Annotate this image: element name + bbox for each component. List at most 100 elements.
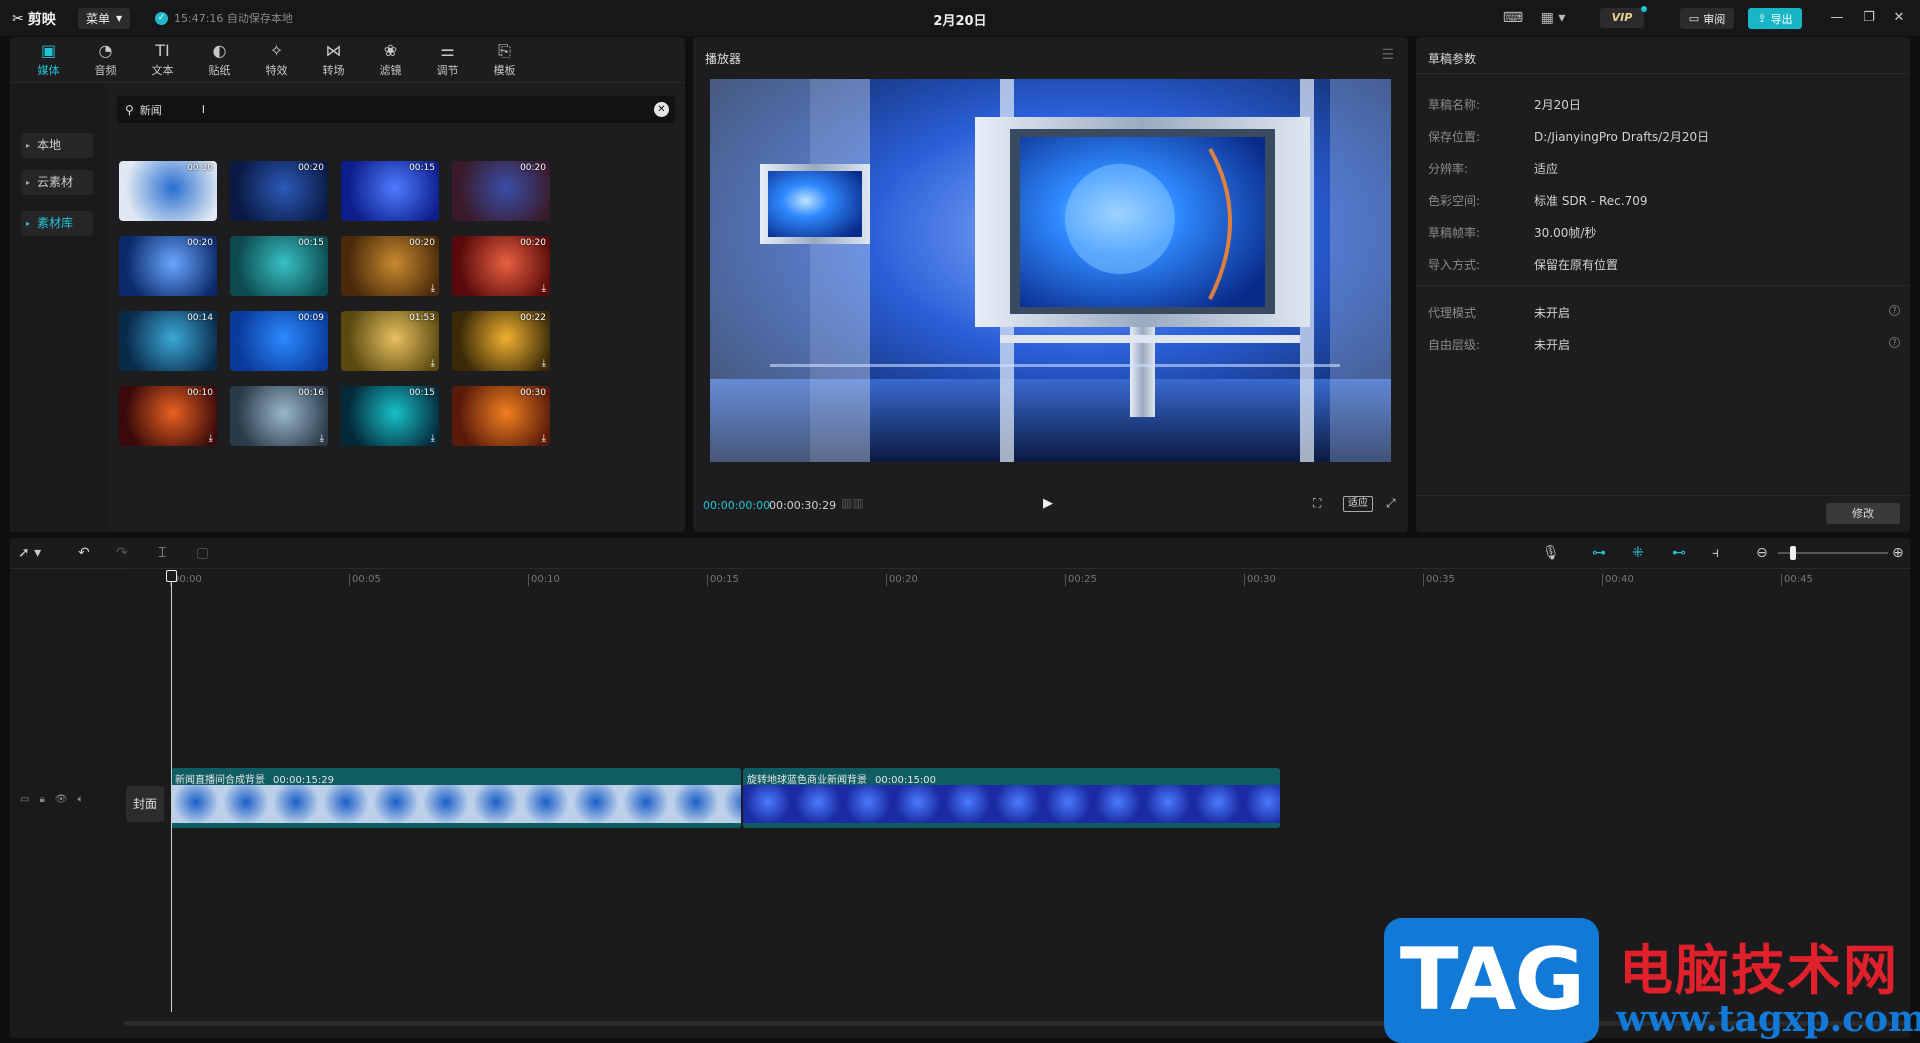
zoom-slider-handle[interactable] [1790,546,1796,560]
eye-icon[interactable]: 👁︎ [55,794,68,805]
media-thumbnail[interactable]: 00:15 [230,236,328,296]
cover-button[interactable]: 封面 [126,786,164,822]
tab-text[interactable]: TI 文本 [134,37,191,83]
help-icon[interactable]: ? [1889,337,1900,348]
media-thumbnail[interactable]: 00:10 ⤓ [119,386,217,446]
tab-sticker[interactable]: ◐ 贴纸 [191,37,248,83]
download-icon[interactable]: ⤓ [431,358,435,369]
download-icon[interactable]: ⤓ [320,433,324,444]
video-preview[interactable] [710,79,1391,462]
time-ruler[interactable]: 00:00 00:05 00:10 00:15 00:20 00:25 00:30 00:35… [170,574,1910,590]
menu-button[interactable]: 菜单 ▼ [78,8,131,29]
fit-button[interactable]: 适应 [1343,496,1373,512]
watermark-site-name: 电脑技术网 [1619,939,1899,1002]
minimize-icon[interactable]: — [1826,8,1848,28]
lock-icon[interactable]: 🔒︎ [39,794,44,805]
sidebar-item-library[interactable]: 素材库 [21,211,93,236]
media-thumbnail[interactable]: 00:22 ⤓ [452,311,550,371]
modify-button[interactable]: 修改 [1826,503,1900,524]
media-thumbnail[interactable]: 00:20 [119,236,217,296]
vip-badge[interactable]: VIP [1600,8,1644,28]
thumbnail-duration: 00:09 [298,313,324,323]
playhead[interactable] [171,572,172,1012]
media-thumbnail[interactable]: 00:20 [452,161,550,221]
media-thumbnail[interactable]: 00:30 ⤓ [452,386,550,446]
download-icon[interactable]: ⤓ [542,358,546,369]
close-icon[interactable]: ✕ [1888,8,1910,28]
speaker-icon[interactable]: 🔈︎ [77,794,83,805]
layout-icon[interactable]: ▦ ▾ [1536,8,1570,28]
tab-effects[interactable]: ✧ 特效 [248,37,305,83]
props-footer-divider [1416,495,1910,496]
news-studio-image [710,79,1391,462]
thumbnail-duration: 00:20 [520,163,546,173]
clip-frame [221,785,271,823]
tab-template[interactable]: ⎘ 模板 [476,37,533,83]
media-thumbnail[interactable]: 01:53 ⤓ [341,311,439,371]
playhead-handle[interactable] [166,570,177,582]
tab-audio[interactable]: ◔ 音频 [77,37,134,83]
redo-icon[interactable]: ↷ [116,545,128,561]
auto-snap-icon[interactable]: ⁜ [1632,545,1644,561]
export-button[interactable]: ⇪ 导出 [1748,8,1802,29]
zoom-out-icon[interactable]: ⊖ [1756,545,1768,561]
download-icon[interactable]: ⤓ [431,433,435,444]
timeline-clip[interactable]: 新闻直播间合成背景 00:00:15:29 [171,768,741,828]
search-input[interactable]: 新闻 [140,102,162,118]
delete-icon[interactable]: ▢ [196,545,209,561]
undo-icon[interactable]: ↶ [78,545,90,561]
thumbnail-duration: 00:15 [409,163,435,173]
main-track-magnet-icon[interactable]: ⊶ [1592,545,1606,561]
tab-filter[interactable]: ❀ 滤镜 [362,37,419,83]
select-tool-icon[interactable]: ➚ ▾ [18,545,41,561]
sidebar-item-cloud[interactable]: 云素材 [21,170,93,195]
restore-icon[interactable]: ❐ [1858,8,1880,28]
shortcut-icon[interactable]: ⌨ [1502,8,1524,28]
ruler-tick: 00:35 [1423,574,1455,586]
track-thumbnail-icon[interactable]: ▭ [20,794,29,805]
tab-media[interactable]: ▣ 媒体 [20,37,77,83]
media-thumbnail[interactable]: 00:15 ⤓ [341,386,439,446]
sidebar-item-local[interactable]: 本地 [21,133,93,158]
download-icon[interactable]: ⤓ [542,433,546,444]
preview-axis-icon[interactable]: ⫞ [1712,545,1719,561]
tab-adjust[interactable]: ⚌ 调节 [419,37,476,83]
microphone-icon[interactable]: 🎙 [1542,545,1560,561]
clear-search-icon[interactable]: ✕ [654,102,669,117]
tab-label: 调节 [436,64,459,77]
review-button[interactable]: ▭ 审阅 [1680,8,1734,29]
download-icon[interactable]: ⤓ [542,283,546,294]
download-icon[interactable]: ⤓ [209,433,213,444]
media-thumbnail[interactable]: 00:30 [119,161,217,221]
media-thumbnail[interactable]: 00:20 ⤓ [452,236,550,296]
search-box[interactable]: ⚲ 新闻 I ✕ [117,96,675,123]
prop-value: 2月20日 [1534,98,1581,112]
track-controls: ▭ 🔒︎ 👁︎ 🔈︎ [20,794,83,805]
split-icon[interactable]: ⌶ [158,545,166,561]
autosave-text: 15:47:16 自动保存本地 [174,12,293,25]
download-icon[interactable]: ⤓ [431,283,435,294]
media-thumbnail[interactable]: 00:15 [341,161,439,221]
play-icon[interactable]: ▶ [1043,496,1053,511]
template-icon: ⎘ [498,41,511,60]
linkage-icon[interactable]: ⊷ [1672,545,1686,561]
media-thumbnail[interactable]: 00:09 [230,311,328,371]
zoom-in-icon[interactable]: ⊕ [1892,545,1904,561]
media-thumbnail[interactable]: 00:20 ⤓ [341,236,439,296]
prop-label: 导入方式: [1428,258,1481,272]
help-icon[interactable]: ? [1889,305,1900,316]
prop-label: 自由层级: [1428,338,1481,352]
prop-value: 30.00帧/秒 [1534,226,1597,240]
fullscreen-icon[interactable]: ⤢ [1386,496,1396,511]
thumbnail-duration: 00:10 [187,388,213,398]
chevron-down-icon: ▼ [116,14,123,23]
timeline-clip[interactable]: 旋转地球蓝色商业新闻背景 00:00:15:00 [743,768,1280,828]
export-label: 导出 [1770,12,1793,26]
crop-icon[interactable]: ⛶ [1313,496,1321,511]
tab-transition[interactable]: ⋈ 转场 [305,37,362,83]
media-thumbnail[interactable]: 00:16 ⤓ [230,386,328,446]
media-thumbnail[interactable]: 00:14 [119,311,217,371]
clip-caption: 旋转地球蓝色商业新闻背景 00:00:15:00 [747,771,936,786]
player-menu-icon[interactable]: ☰ [1381,47,1394,63]
media-thumbnail[interactable]: 00:20 [230,161,328,221]
